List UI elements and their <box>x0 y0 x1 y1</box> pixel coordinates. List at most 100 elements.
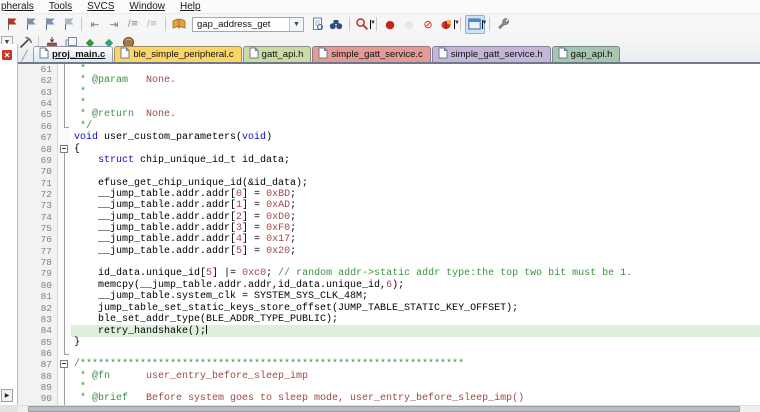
line-number[interactable]: 78 <box>18 257 58 268</box>
code-text[interactable]: * @return None. <box>71 109 760 120</box>
bookmark-flag-icon[interactable] <box>2 16 20 33</box>
project-panel-icon[interactable] <box>2 47 12 65</box>
line-number[interactable]: 74 <box>18 212 58 223</box>
code-text[interactable]: __jump_table.addr.addr[1] = 0xAD; <box>71 200 760 211</box>
insert-breakpoint-icon[interactable]: ● <box>381 16 399 33</box>
line-number[interactable]: 84 <box>18 325 58 336</box>
panel-scroll-right-button[interactable]: ▶ <box>1 389 13 402</box>
code-text[interactable]: * @param None. <box>71 75 760 86</box>
find-in-document-icon[interactable] <box>308 16 326 33</box>
code-text[interactable]: * @fn user_entry_before_sleep_imp <box>71 371 760 382</box>
line-number[interactable]: 63 <box>18 87 58 98</box>
chevron-down-icon[interactable]: ▼ <box>370 20 371 29</box>
code-text[interactable] <box>71 348 760 359</box>
line-number[interactable]: 79 <box>18 268 58 279</box>
code-text[interactable]: __jump_table.addr.addr[4] = 0x17; <box>71 234 760 245</box>
line-number[interactable]: 89 <box>18 382 58 393</box>
fold-margin[interactable] <box>58 144 71 155</box>
find-in-files-icon[interactable]: ▼ <box>354 16 372 33</box>
function-search-combo[interactable]: gap_address_get▼ <box>192 17 304 32</box>
bookmark-clear-icon[interactable] <box>59 16 77 33</box>
code-text[interactable]: { <box>71 144 760 155</box>
line-number[interactable]: 65 <box>18 109 58 120</box>
line-number[interactable]: 76 <box>18 234 58 245</box>
line-number[interactable]: 81 <box>18 291 58 302</box>
code-text[interactable]: id_data.unique_id[5] |= 0xc0; // random … <box>71 268 760 279</box>
indent-icon[interactable]: ⇥ <box>105 16 123 33</box>
code-text[interactable]: __jump_table.addr.addr[5] = 0x20; <box>71 246 760 257</box>
code-text[interactable]: retry_handshake(); <box>71 325 760 336</box>
code-editor[interactable]: 61 * 62 * @param None. 63 * 64 * 65 * @retur… <box>18 64 760 405</box>
menu-item-svcs[interactable]: SVCS <box>87 1 114 12</box>
line-number[interactable]: 88 <box>18 371 58 382</box>
code-text[interactable]: * <box>71 382 760 393</box>
tab-gap-api-h[interactable]: gap_api.h <box>552 46 621 62</box>
code-text[interactable]: __jump_table.system_clk = SYSTEM_SYS_CLK… <box>71 291 760 302</box>
line-number[interactable]: 61 <box>18 64 58 75</box>
line-number[interactable]: 68 <box>18 144 58 155</box>
disable-breakpoint-icon[interactable]: ● <box>400 16 418 33</box>
line-number[interactable]: 83 <box>18 314 58 325</box>
kill-breakpoints-icon[interactable]: ⊘ <box>419 16 437 33</box>
code-text[interactable]: __jump_table.addr.addr[0] = 0xBD; <box>71 189 760 200</box>
tab-simple-gatt-service-h[interactable]: simple_gatt_service.h <box>432 46 551 62</box>
line-number[interactable]: 73 <box>18 200 58 211</box>
chevron-down-icon[interactable]: ▼ <box>289 18 303 31</box>
bookmark-next-icon[interactable] <box>40 16 58 33</box>
fold-toggle-icon[interactable] <box>60 145 68 153</box>
code-text[interactable]: * <box>71 98 760 109</box>
tab-ble-simple-peripheral-c[interactable]: ble_simple_peripheral.c <box>114 46 241 62</box>
binoculars-icon[interactable] <box>327 16 345 33</box>
code-text[interactable]: efuse_get_chip_unique_id(&id_data); <box>71 178 760 189</box>
code-text[interactable]: * @brief Before system goes to sleep mod… <box>71 393 760 404</box>
line-number[interactable]: 86 <box>18 348 58 359</box>
line-number[interactable]: 66 <box>18 121 58 132</box>
unindent-icon[interactable]: ⇤ <box>86 16 104 33</box>
code-text[interactable]: __jump_table.addr.addr[3] = 0xF0; <box>71 223 760 234</box>
code-text[interactable] <box>71 257 760 268</box>
code-text[interactable]: __jump_table.addr.addr[2] = 0xD0; <box>71 212 760 223</box>
menu-item-help[interactable]: Help <box>180 1 201 12</box>
code-text[interactable]: */ <box>71 121 760 132</box>
line-number[interactable]: 64 <box>18 98 58 109</box>
line-number[interactable]: 62 <box>18 75 58 86</box>
line-number[interactable]: 70 <box>18 166 58 177</box>
menu-item-window[interactable]: Window <box>129 1 165 12</box>
code-text[interactable]: struct chip_unique_id_t id_data; <box>71 155 760 166</box>
code-text[interactable]: * <box>71 87 760 98</box>
code-text[interactable]: void user_custom_parameters(void) <box>71 132 760 143</box>
uncomment-selection-icon[interactable]: ∕≡ <box>143 16 161 33</box>
configure-icon[interactable] <box>494 16 512 33</box>
code-text[interactable]: jump_table_set_static_keys_store_offset(… <box>71 303 760 314</box>
line-number[interactable]: 80 <box>18 280 58 291</box>
line-number[interactable]: 71 <box>18 178 58 189</box>
code-text[interactable] <box>71 166 760 177</box>
horizontal-scrollbar[interactable] <box>18 405 760 412</box>
line-number[interactable]: 67 <box>18 132 58 143</box>
menu-item-tools[interactable]: Tools <box>49 1 72 12</box>
debug-windows-icon[interactable]: ▼ <box>465 15 485 34</box>
line-number[interactable]: 69 <box>18 155 58 166</box>
tab-simple-gatt-service-c[interactable]: simple_gatt_service.c <box>312 46 430 62</box>
line-number[interactable]: 77 <box>18 246 58 257</box>
comment-selection-icon[interactable]: ∕≡ <box>124 16 142 33</box>
code-text[interactable]: /***************************************… <box>71 359 760 370</box>
browse-book-icon[interactable] <box>170 16 188 33</box>
horizontal-scrollbar-thumb[interactable] <box>28 406 740 412</box>
fold-toggle-icon[interactable] <box>60 360 68 368</box>
line-number[interactable]: 82 <box>18 303 58 314</box>
chevron-down-icon[interactable]: ▼ <box>454 20 455 29</box>
chevron-down-icon[interactable]: ▼ <box>482 20 483 29</box>
fold-margin[interactable] <box>58 359 71 370</box>
line-number[interactable]: 87 <box>18 359 58 370</box>
code-text[interactable]: } <box>71 337 760 348</box>
menu-item-peripherals[interactable]: pherals <box>1 1 34 12</box>
code-text[interactable]: ble_set_addr_type(BLE_ADDR_TYPE_PUBLIC); <box>71 314 760 325</box>
tab-proj-main-c[interactable]: proj_main.c <box>33 46 113 62</box>
debug-icon[interactable]: ▼ <box>438 16 456 33</box>
bookmark-prev-icon[interactable] <box>21 16 39 33</box>
line-number[interactable]: 90 <box>18 393 58 404</box>
code-text[interactable]: * <box>71 64 760 75</box>
line-number[interactable]: 85 <box>18 337 58 348</box>
line-number[interactable]: 75 <box>18 223 58 234</box>
